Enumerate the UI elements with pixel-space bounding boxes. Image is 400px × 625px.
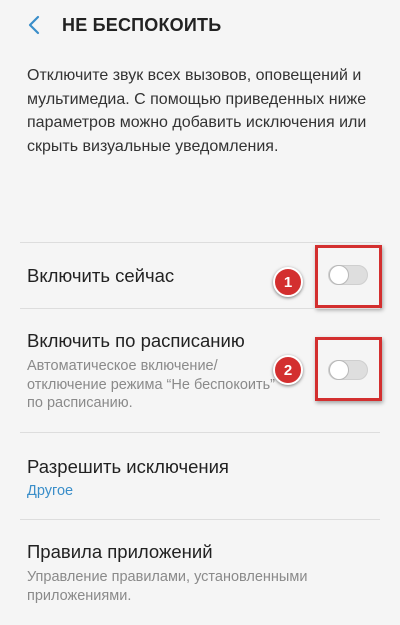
exceptions-value: Другое	[27, 483, 74, 499]
highlight-box-2	[315, 337, 382, 401]
highlight-box-1	[315, 245, 382, 308]
enable-now-label: Включить сейчас	[27, 265, 175, 286]
description-text: Отключите звук всех вызовов, оповещений …	[27, 67, 367, 155]
step-badge-2: 2	[273, 355, 303, 385]
app-rules-label: Правила приложений	[27, 541, 213, 562]
schedule-subtitle: Автоматическое включение/ отключение реж…	[27, 358, 276, 411]
app-rules-subtitle: Управление правилами, установленными при…	[27, 569, 308, 604]
step-badge-1: 1	[273, 267, 303, 297]
back-button[interactable]	[14, 5, 54, 45]
schedule-label: Включить по расписанию	[27, 330, 245, 351]
chevron-left-icon	[28, 15, 40, 35]
exceptions-label: Разрешить исключения	[27, 456, 229, 477]
page-title: НЕ БЕСПОКОИТЬ	[62, 14, 222, 35]
app-bar: НЕ БЕСПОКОИТЬ	[0, 0, 400, 50]
